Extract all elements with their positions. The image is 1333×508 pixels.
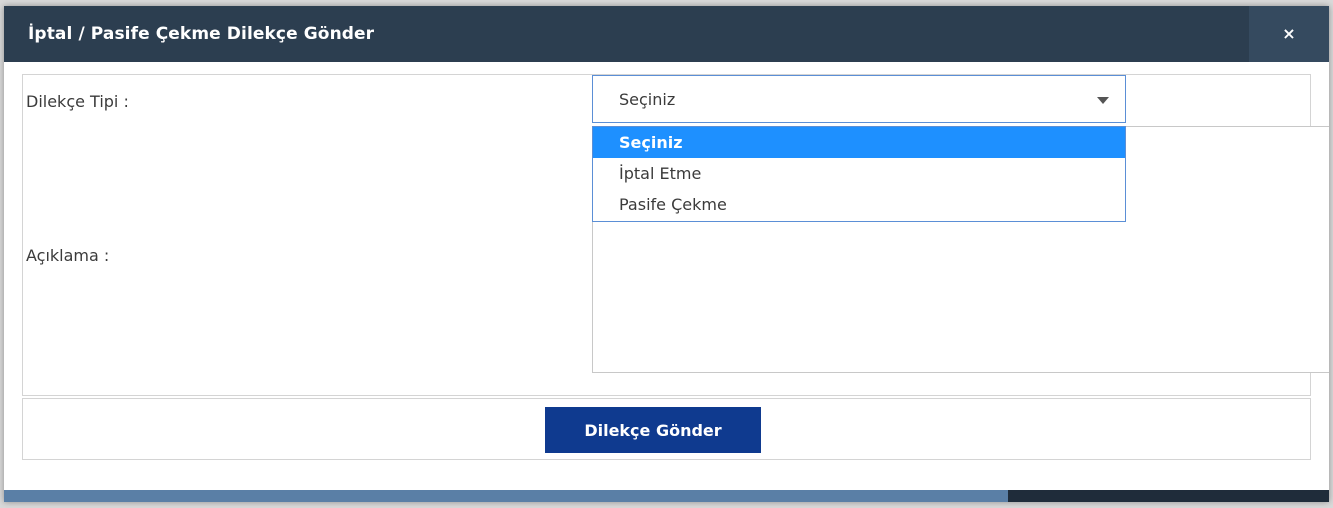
modal-header: İptal / Pasife Çekme Dilekçe Gönder × [4,6,1329,62]
submit-petition-button[interactable]: Dilekçe Gönder [545,407,761,453]
close-button[interactable]: × [1249,6,1329,62]
description-label: Açıklama : [26,246,110,265]
modal-title: İptal / Pasife Çekme Dilekçe Gönder [28,24,375,44]
dropdown-option-seciniz[interactable]: Seçiniz [593,127,1125,158]
petition-type-dropdown: Seçiniz İptal Etme Pasife Çekme [592,126,1126,222]
scrollbar-thumb[interactable] [4,490,1008,502]
petition-type-select[interactable]: Seçiniz [592,75,1126,123]
petition-type-label: Dilekçe Tipi : [26,92,129,111]
caret-down-icon [1097,97,1109,104]
petition-modal: İptal / Pasife Çekme Dilekçe Gönder × Di… [4,6,1329,502]
select-current-value: Seçiniz [619,90,676,109]
dropdown-option-iptal-etme[interactable]: İptal Etme [593,158,1125,189]
horizontal-scrollbar[interactable] [4,490,1329,502]
dropdown-option-pasife-cekme[interactable]: Pasife Çekme [593,189,1125,220]
